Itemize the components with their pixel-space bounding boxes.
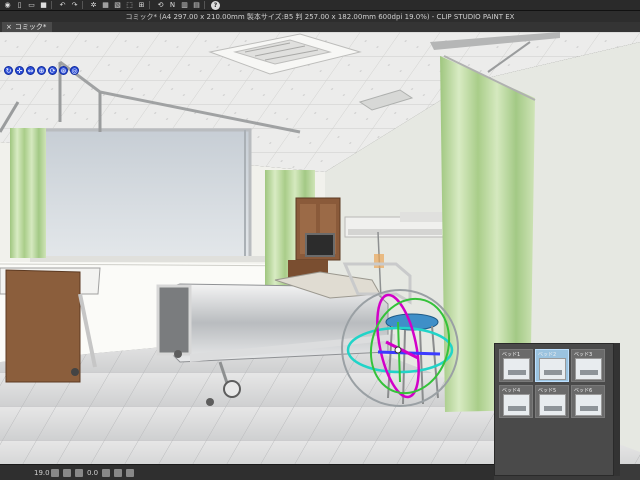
bed-footboard bbox=[156, 284, 192, 356]
window-title: コミック* (A4 297.00 x 210.00mm 製本サイズ:B5 判 2… bbox=[0, 11, 640, 22]
bed-preview-image bbox=[503, 358, 530, 380]
rotate-right-icon[interactable] bbox=[114, 468, 123, 477]
ruler-icon[interactable]: ▤ bbox=[192, 1, 201, 10]
object-rotate-y-icon[interactable]: ◎ bbox=[70, 66, 79, 75]
redo-icon[interactable]: ↷ bbox=[70, 1, 79, 10]
rotate-left-icon[interactable] bbox=[102, 468, 111, 477]
separator bbox=[149, 1, 150, 9]
material-thumbnail[interactable]: ベッド1 bbox=[499, 349, 533, 382]
separator bbox=[204, 1, 205, 9]
open-file-icon[interactable]: ▭ bbox=[27, 1, 36, 10]
material-thumbnail[interactable]: ベッド6 bbox=[571, 385, 605, 418]
transform-icon[interactable]: ⊞ bbox=[137, 1, 146, 10]
material-thumbnail[interactable]: ベッド3 bbox=[571, 349, 605, 382]
selection-icon[interactable]: ⬚ bbox=[125, 1, 134, 10]
object-rotate-icon[interactable]: ⟳ bbox=[48, 66, 57, 75]
grid-icon[interactable]: ▥ bbox=[180, 1, 189, 10]
tv bbox=[305, 233, 335, 257]
bed-preview-image bbox=[503, 394, 530, 416]
save-icon[interactable]: ■ bbox=[39, 1, 48, 10]
bed-preview-image bbox=[575, 394, 602, 416]
zoom-value[interactable]: 19.0 bbox=[34, 469, 50, 477]
material-thumbnail[interactable]: ベッド5 bbox=[535, 385, 569, 418]
left-curtain bbox=[10, 128, 46, 258]
3d-object-toolbar: ↻ ✛ ⇔ ⊕ ⟳ ⊛ ◎ bbox=[4, 66, 79, 75]
zoom-in-icon[interactable] bbox=[63, 468, 71, 477]
material-palette: ベッド1 ベッド2 ベッド3 ベッド4 ベッド5 ベッド6 bbox=[494, 343, 614, 476]
document-tab[interactable]: × コミック* bbox=[2, 22, 53, 32]
clip-studio-window: ◉ ▯ ▭ ■ ↶ ↷ ✲ ▦ ▧ ⬚ ⊞ ⟲ N ▥ ▤ ? コミック* (A… bbox=[0, 0, 640, 480]
window bbox=[38, 128, 252, 260]
material-thumbnail[interactable]: ベッド4 bbox=[499, 385, 533, 418]
bed-preview-image bbox=[575, 358, 602, 380]
camera-pan-icon[interactable]: ✛ bbox=[15, 66, 24, 75]
new-file-icon[interactable]: ▯ bbox=[15, 1, 24, 10]
camera-move-icon[interactable]: ⇔ bbox=[26, 66, 35, 75]
settings-icon[interactable]: ✲ bbox=[89, 1, 98, 10]
close-icon[interactable]: × bbox=[6, 23, 12, 31]
app-logo-icon[interactable]: ◉ bbox=[3, 1, 12, 10]
cabinet bbox=[5, 269, 81, 383]
document-tab-label: コミック* bbox=[14, 23, 47, 31]
bed-wheel bbox=[223, 380, 241, 398]
bed-preview-image bbox=[539, 358, 566, 380]
separator bbox=[51, 1, 52, 9]
bed-preview-image bbox=[539, 394, 566, 416]
zoom-out-icon[interactable] bbox=[51, 468, 59, 477]
help-icon[interactable]: ? bbox=[211, 0, 220, 10]
clear-icon[interactable]: ▦ bbox=[101, 1, 110, 10]
layer-icon[interactable]: N bbox=[168, 1, 177, 10]
object-move-icon[interactable]: ⊛ bbox=[59, 66, 68, 75]
status-bar: 19.0 0.0 bbox=[0, 464, 494, 480]
camera-zoom-icon[interactable]: ⊕ bbox=[37, 66, 46, 75]
document-tab-bar: × コミック* bbox=[0, 22, 640, 32]
command-bar: ◉ ▯ ▭ ■ ↶ ↷ ✲ ▦ ▧ ⬚ ⊞ ⟲ N ▥ ▤ ? bbox=[0, 0, 640, 11]
separator bbox=[82, 1, 83, 9]
fit-icon[interactable] bbox=[75, 468, 83, 477]
undo-icon[interactable]: ↶ bbox=[58, 1, 67, 10]
sync-icon[interactable]: ⟲ bbox=[156, 1, 165, 10]
material-thumbnail[interactable]: ベッド2 bbox=[535, 349, 569, 382]
camera-rotate-icon[interactable]: ↻ bbox=[4, 66, 13, 75]
flip-icon[interactable] bbox=[126, 468, 135, 477]
fill-icon[interactable]: ▧ bbox=[113, 1, 122, 10]
material-scrollbar[interactable] bbox=[614, 343, 620, 476]
rotation-value[interactable]: 0.0 bbox=[87, 469, 98, 477]
